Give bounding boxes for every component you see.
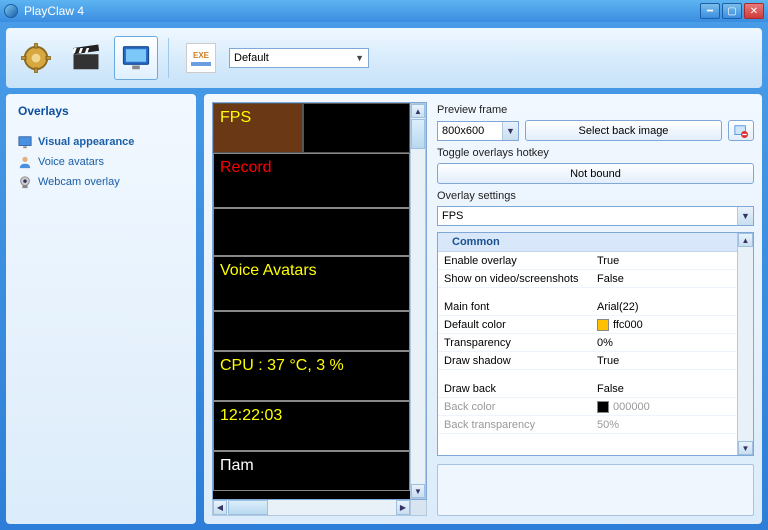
overlay-record[interactable]: Record bbox=[213, 153, 410, 208]
prop-back-transparency[interactable]: Back transparency 50% bbox=[438, 416, 737, 434]
sidebar-item-visual-appearance[interactable]: Visual appearance bbox=[16, 132, 186, 152]
toggle-hotkey-label: Toggle overlays hotkey bbox=[437, 147, 754, 159]
profile-combo-value: Default bbox=[234, 52, 269, 64]
sidebar-item-webcam-overlay[interactable]: Webcam overlay bbox=[16, 172, 186, 192]
property-grid: Common Enable overlay True Show on video… bbox=[437, 232, 754, 456]
recording-button[interactable] bbox=[64, 36, 108, 80]
image-remove-icon bbox=[734, 124, 748, 138]
clear-image-button[interactable] bbox=[728, 120, 754, 141]
person-icon bbox=[18, 155, 32, 169]
scroll-right-icon[interactable]: ▶ bbox=[396, 500, 410, 515]
exe-profile-button[interactable]: EXE bbox=[179, 36, 223, 80]
chevron-down-icon: ▼ bbox=[737, 207, 753, 225]
overlay-time[interactable]: 12:22:03 bbox=[213, 401, 410, 451]
prop-default-color[interactable]: Default color ffc000 bbox=[438, 316, 737, 334]
color-swatch bbox=[597, 401, 609, 413]
overlay-empty-2[interactable] bbox=[213, 311, 410, 351]
overlay-preview[interactable]: FPS Record Voice Avatars CPU : 37 °C, 3 … bbox=[213, 103, 410, 499]
overlay-fps[interactable]: FPS bbox=[213, 103, 303, 153]
scroll-up-icon[interactable]: ▲ bbox=[738, 233, 753, 247]
overlay-select-value: FPS bbox=[442, 210, 463, 222]
prop-transparency[interactable]: Transparency 0% bbox=[438, 334, 737, 352]
property-description bbox=[437, 464, 754, 516]
grid-scrollbar[interactable]: ▲ ▼ bbox=[737, 233, 753, 455]
minimize-button[interactable]: ━ bbox=[700, 3, 720, 19]
sidebar-item-label: Visual appearance bbox=[38, 136, 134, 148]
prop-show-on-video[interactable]: Show on video/screenshots False bbox=[438, 270, 737, 288]
overlay-webcam[interactable]: Пam bbox=[213, 451, 410, 491]
hotkey-button[interactable]: Not bound bbox=[437, 163, 754, 184]
preview-panel: FPS Record Voice Avatars CPU : 37 °C, 3 … bbox=[212, 102, 427, 516]
preview-scrollbar-v[interactable]: ▲ ▼ bbox=[410, 103, 426, 499]
scroll-down-icon[interactable]: ▼ bbox=[411, 484, 425, 498]
app-window: PlayClaw 4 ━ ▢ ✕ EXE Default ▼ bbox=[0, 0, 768, 530]
button-label: Select back image bbox=[579, 125, 669, 137]
scroll-up-icon[interactable]: ▲ bbox=[411, 104, 425, 118]
overlay-select-combo[interactable]: FPS ▼ bbox=[437, 206, 754, 226]
toolbar-separator bbox=[168, 38, 169, 78]
webcam-icon bbox=[18, 175, 32, 189]
prop-main-font[interactable]: Main font Arial(22) bbox=[438, 298, 737, 316]
prop-draw-shadow[interactable]: Draw shadow True bbox=[438, 352, 737, 370]
gear-icon bbox=[21, 43, 51, 73]
overlays-button[interactable] bbox=[114, 36, 158, 80]
preview-frame-label: Preview frame bbox=[437, 104, 754, 116]
settings-column: Preview frame 800x600 ▼ Select back imag… bbox=[437, 102, 754, 516]
sidebar-item-voice-avatars[interactable]: Voice avatars bbox=[16, 152, 186, 172]
prop-enable-overlay[interactable]: Enable overlay True bbox=[438, 252, 737, 270]
sidebar-item-label: Webcam overlay bbox=[38, 176, 120, 188]
monitor-icon bbox=[121, 43, 151, 73]
toolbar: EXE Default ▼ bbox=[6, 28, 762, 88]
titlebar[interactable]: PlayClaw 4 ━ ▢ ✕ bbox=[0, 0, 768, 22]
content-panel: FPS Record Voice Avatars CPU : 37 °C, 3 … bbox=[204, 94, 762, 524]
sidebar: Overlays Visual appearance Voice avatars… bbox=[6, 94, 196, 524]
close-button[interactable]: ✕ bbox=[744, 3, 764, 19]
app-icon bbox=[4, 4, 18, 18]
preview-scrollbar-h[interactable]: ◀ ▶ bbox=[212, 500, 427, 516]
sidebar-item-label: Voice avatars bbox=[38, 156, 104, 168]
chevron-down-icon: ▼ bbox=[502, 122, 518, 140]
prop-draw-back[interactable]: Draw back False bbox=[438, 380, 737, 398]
scroll-thumb-h[interactable] bbox=[228, 500, 268, 515]
overlay-voice-avatars[interactable]: Voice Avatars bbox=[213, 256, 410, 311]
settings-button[interactable] bbox=[14, 36, 58, 80]
profile-combo[interactable]: Default ▼ bbox=[229, 48, 369, 68]
prop-back-color[interactable]: Back color 000000 bbox=[438, 398, 737, 416]
scroll-thumb[interactable] bbox=[411, 119, 425, 149]
maximize-button[interactable]: ▢ bbox=[722, 3, 742, 19]
select-back-image-button[interactable]: Select back image bbox=[525, 120, 722, 141]
overlay-empty[interactable] bbox=[213, 208, 410, 256]
color-swatch bbox=[597, 319, 609, 331]
group-header-common[interactable]: Common bbox=[438, 233, 737, 252]
hotkey-value: Not bound bbox=[570, 168, 621, 180]
window-title: PlayClaw 4 bbox=[24, 4, 700, 18]
overlay-cpu[interactable]: CPU : 37 °C, 3 % bbox=[213, 351, 410, 401]
exe-icon: EXE bbox=[186, 43, 216, 73]
clapper-icon bbox=[71, 43, 101, 73]
overlay-settings-label: Overlay settings bbox=[437, 190, 754, 202]
scroll-left-icon[interactable]: ◀ bbox=[213, 500, 227, 515]
display-icon bbox=[18, 135, 32, 149]
preview-size-value: 800x600 bbox=[442, 125, 484, 137]
sidebar-header: Overlays bbox=[16, 104, 186, 118]
scroll-down-icon[interactable]: ▼ bbox=[738, 441, 753, 455]
preview-size-combo[interactable]: 800x600 ▼ bbox=[437, 121, 519, 141]
chevron-down-icon: ▼ bbox=[355, 53, 364, 63]
